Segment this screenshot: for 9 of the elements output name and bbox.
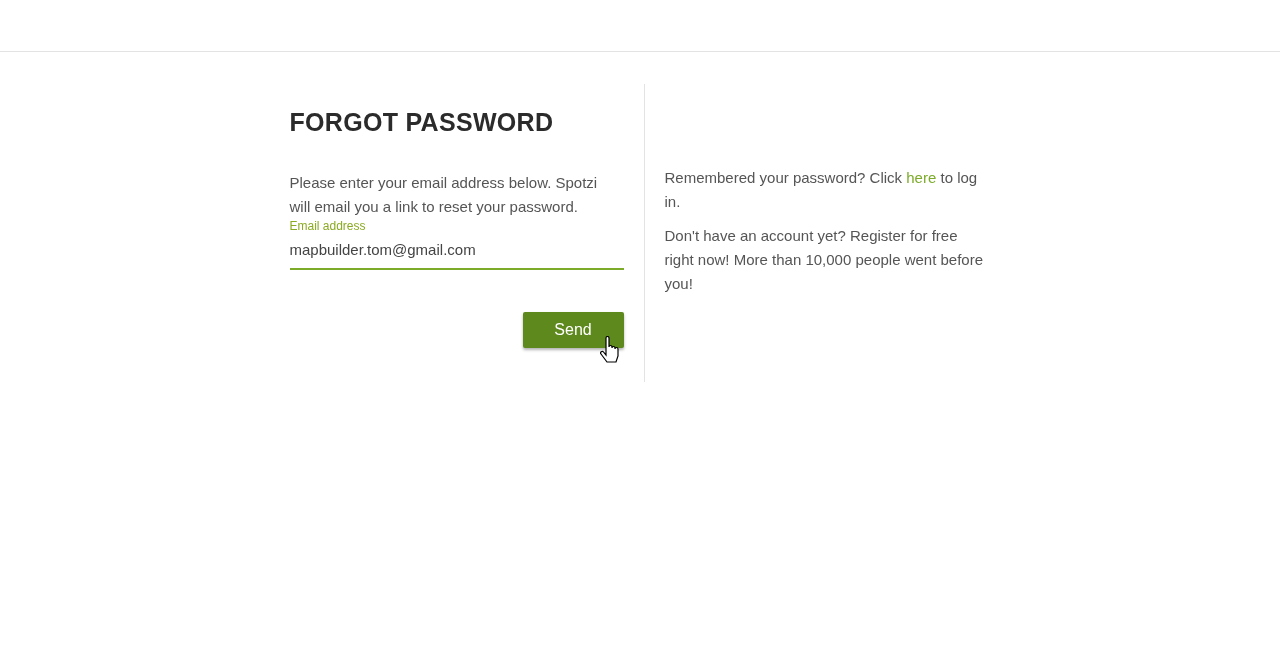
- page-title: FORGOT PASSWORD: [289, 108, 555, 137]
- login-link[interactable]: here: [906, 169, 937, 186]
- login-note: Remembered your password? Click here to log in.: [664, 168, 979, 212]
- field-label: Email address: [289, 219, 366, 233]
- send-button[interactable]: Send: [522, 312, 624, 348]
- email-field[interactable]: mapbuilder.tom@gmail.com: [289, 241, 624, 270]
- hand-cursor-icon: [599, 336, 622, 364]
- register-note: Don't have an account yet? Register for free right now! More than 10,000 people went before you!: [664, 226, 985, 294]
- instructions-text: Please enter your email address below. Spotzi will email you a link to reset your password.: [289, 173, 599, 217]
